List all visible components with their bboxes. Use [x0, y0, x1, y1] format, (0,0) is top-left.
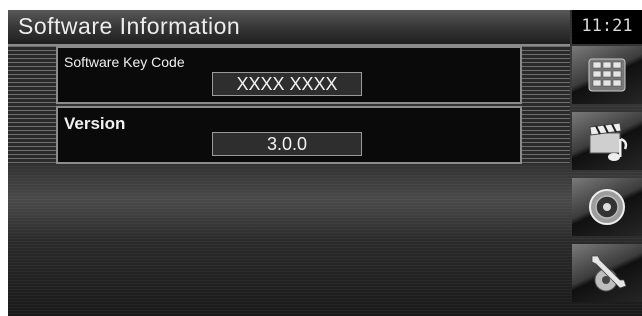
- software-key-value: XXXX XXXX: [212, 72, 362, 96]
- page-title: Software Information: [18, 13, 241, 39]
- setup-menu-button[interactable]: [572, 244, 642, 302]
- version-value: 3.0.0: [212, 132, 362, 156]
- head-unit-screen: Software Information 11:21 Software Key …: [8, 10, 642, 316]
- version-panel: Version 3.0.0: [56, 106, 522, 164]
- version-label: Version: [64, 114, 126, 133]
- speaker-icon: [589, 189, 625, 225]
- title-bar: Software Information: [8, 10, 570, 46]
- software-key-label: Software Key Code: [64, 54, 185, 70]
- clock-area: 11:21: [572, 10, 642, 44]
- audio-menu-button[interactable]: [572, 178, 642, 236]
- clock: 11:21: [581, 16, 633, 36]
- media-menu-button[interactable]: [572, 112, 642, 170]
- clapperboard-music-icon: [589, 122, 628, 161]
- keypad-icon: [588, 58, 626, 92]
- decorative-stripes-right: [522, 46, 570, 164]
- decorative-stripes-left: [8, 46, 56, 164]
- software-key-panel: Software Key Code XXXX XXXX: [56, 46, 522, 104]
- wrench-gear-icon: [591, 255, 627, 292]
- source-menu-button[interactable]: [572, 46, 642, 104]
